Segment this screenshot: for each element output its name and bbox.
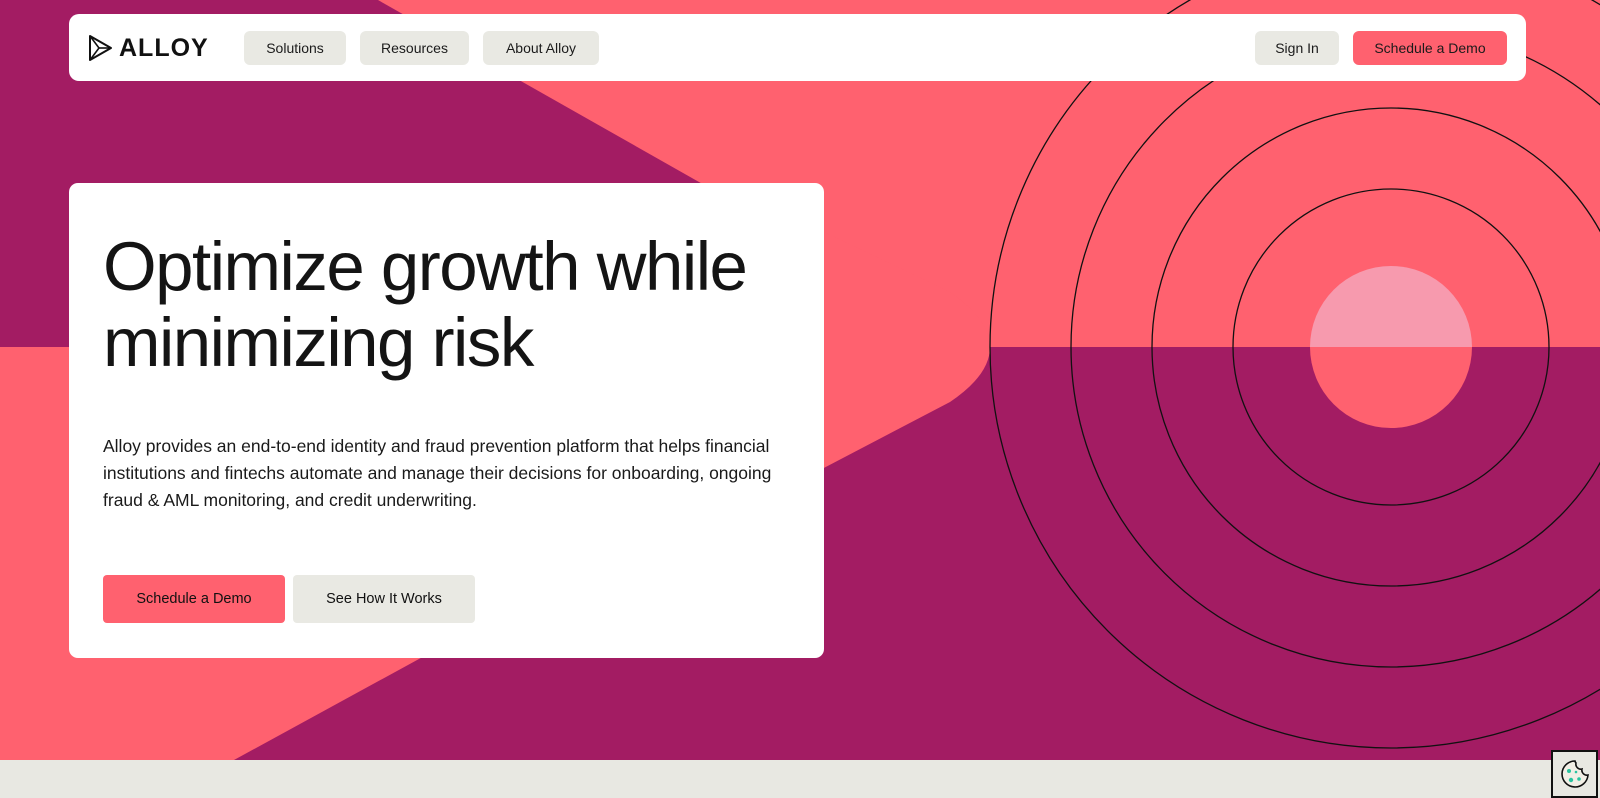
top-navigation: ALLOY Solutions Resources About Alloy Si…	[69, 14, 1526, 81]
sign-in-button[interactable]: Sign In	[1255, 31, 1339, 65]
hero-headline: Optimize growth while minimizing risk	[103, 228, 748, 381]
hero-schedule-demo-button[interactable]: Schedule a Demo	[103, 575, 285, 623]
nav-item-solutions[interactable]: Solutions	[244, 31, 346, 65]
cookie-icon	[1561, 760, 1589, 788]
bottom-strip	[0, 760, 1600, 798]
see-how-it-works-button[interactable]: See How It Works	[293, 575, 475, 623]
alloy-triangle-logo-icon	[89, 35, 112, 61]
hero-description: Alloy provides an end-to-end identity an…	[103, 436, 772, 510]
nav-item-about[interactable]: About Alloy	[483, 31, 599, 65]
brand-name: ALLOY	[119, 34, 209, 62]
nav-item-resources[interactable]: Resources	[360, 31, 469, 65]
cookie-settings-button[interactable]	[1551, 750, 1598, 798]
hero-card: Optimize growth while minimizing risk Al…	[69, 183, 824, 658]
nav-schedule-demo-button[interactable]: Schedule a Demo	[1353, 31, 1507, 65]
brand-logo[interactable]: ALLOY	[87, 34, 209, 62]
